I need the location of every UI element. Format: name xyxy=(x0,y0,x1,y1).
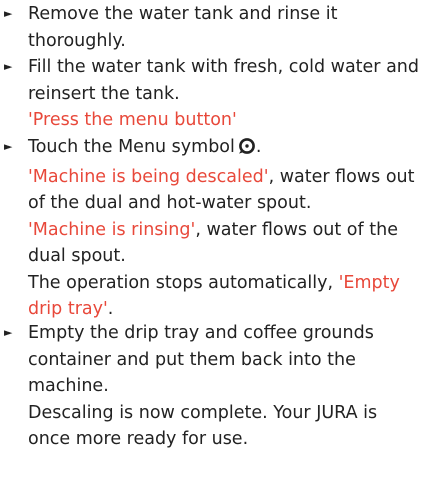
step-text-line: container and put them back into the xyxy=(28,349,356,370)
display-message: 'Machine is rinsing' xyxy=(28,219,196,240)
step-text-line: Descaling is now complete. Your JURA is xyxy=(28,402,378,423)
step-text-line: of the dual and hot-water spout. xyxy=(28,193,312,213)
display-message: 'Machine is being descaled' xyxy=(28,166,269,187)
step-text-line: dual spout. xyxy=(28,246,126,266)
step-action-text: Touch the Menu symbol xyxy=(28,137,235,157)
step-empty-tray: ► Empty the drip tray and coffee grounds… xyxy=(4,320,404,453)
bullet-arrow-icon: ► xyxy=(4,140,13,153)
display-message: 'Press the menu button' xyxy=(28,110,237,130)
step-text-line: once more ready for use. xyxy=(28,429,249,449)
step-text-line: Fill the water tank with fresh, cold wat… xyxy=(28,57,419,77)
instruction-page: ► Remove the water tank and rinse it tho… xyxy=(0,0,430,497)
display-message: 'Empty xyxy=(338,272,400,293)
step-fill-tank: ► Fill the water tank with fresh, cold w… xyxy=(4,54,419,134)
bullet-arrow-icon: ► xyxy=(4,60,13,73)
step-text-line: Remove the water tank and rinse it xyxy=(28,4,338,24)
step-text-line: Empty the drip tray and coffee grounds xyxy=(28,323,374,343)
step-text-line: thoroughly. xyxy=(28,30,126,51)
step-text-line: machine. xyxy=(28,376,109,396)
bullet-arrow-icon: ► xyxy=(4,7,13,20)
step-text-line: reinsert the tank. xyxy=(28,83,180,104)
step-remove-tank: ► Remove the water tank and rinse it tho… xyxy=(4,1,404,54)
display-message: drip tray' xyxy=(28,299,108,319)
step-touch-menu: ► Touch the Menu symbol. 'Machine is bei… xyxy=(4,134,415,323)
menu-symbol-icon xyxy=(238,137,256,164)
bullet-arrow-icon: ► xyxy=(4,326,13,339)
